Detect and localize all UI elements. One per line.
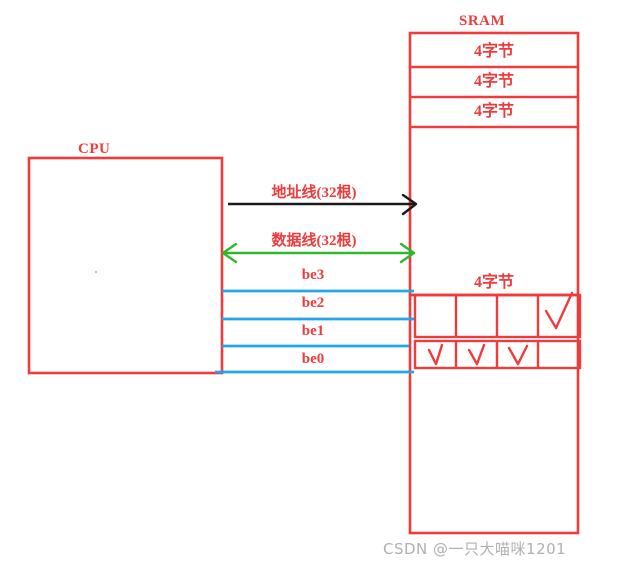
sram-label: SRAM: [459, 13, 506, 29]
sram-cell-label-1: 4字节: [473, 73, 514, 90]
byte-row-lower: [413, 339, 582, 370]
diagram-canvas: CPU SRAM 4字节 4字节 4字节 4字节 地址线(32根) 数据线(32…: [0, 0, 618, 567]
be3-label: be3: [301, 267, 325, 283]
cpu-center-dot: [94, 270, 98, 274]
sram-byte-group-label: 4字节: [473, 274, 514, 291]
sram-cell-label-0: 4字节: [473, 43, 514, 60]
be1-label: be1: [301, 323, 325, 339]
check-icon-upper-byte4: [544, 291, 574, 330]
be2-label: be2: [301, 295, 325, 311]
sram-box-bottom: [408, 293, 580, 535]
address-bus-label: 地址线(32根): [271, 185, 357, 201]
cpu-label: CPU: [78, 141, 111, 157]
check-icon-lower-byte1: [427, 343, 444, 366]
check-icon-lower-byte3: [507, 344, 529, 366]
be0-label: be0: [301, 351, 325, 367]
cpu-box: [27, 156, 224, 375]
sram-cell-label-2: 4字节: [473, 103, 514, 120]
check-icon-lower-byte2: [467, 343, 486, 366]
csdn-watermark: CSDN @一只大喵咪1201: [383, 540, 567, 558]
byte-row-upper: [413, 291, 582, 339]
data-bus-label: 数据线(32根): [271, 233, 357, 249]
